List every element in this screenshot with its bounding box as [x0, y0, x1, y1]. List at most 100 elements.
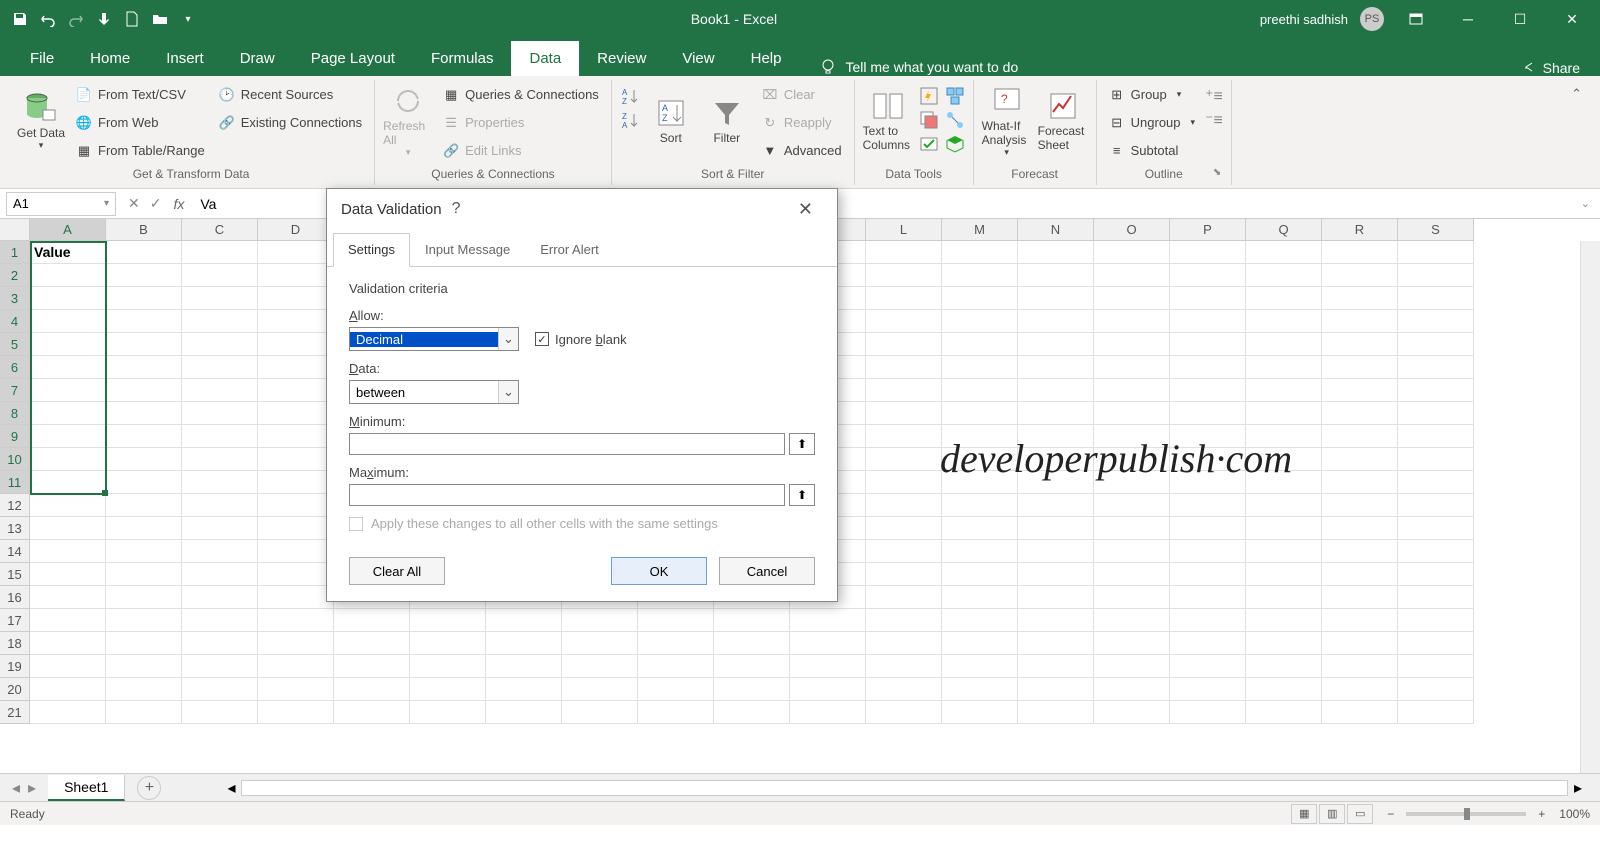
cell[interactable] [942, 264, 1018, 287]
cell[interactable] [1398, 287, 1474, 310]
cell[interactable] [1170, 701, 1246, 724]
cell[interactable] [30, 402, 106, 425]
recent-sources-button[interactable]: 🕑Recent Sources [215, 82, 366, 107]
cell[interactable] [866, 609, 942, 632]
queries-connections-button[interactable]: ▦Queries & Connections [439, 82, 603, 107]
cell[interactable] [1170, 517, 1246, 540]
tab-error-alert[interactable]: Error Alert [525, 233, 614, 266]
cell[interactable] [866, 264, 942, 287]
cell[interactable] [486, 655, 562, 678]
tell-me-search[interactable]: Tell me what you want to do [819, 58, 1018, 76]
cell[interactable] [1322, 563, 1398, 586]
cell[interactable] [942, 241, 1018, 264]
share-button[interactable]: Share [1521, 60, 1580, 76]
cell[interactable] [1322, 310, 1398, 333]
cell[interactable] [106, 471, 182, 494]
cell[interactable] [942, 540, 1018, 563]
cell[interactable] [1322, 379, 1398, 402]
sort-asc-icon[interactable]: AZ [620, 86, 640, 106]
row-header[interactable]: 5 [0, 333, 30, 356]
zoom-thumb[interactable] [1464, 808, 1470, 820]
cell[interactable] [1094, 586, 1170, 609]
cell[interactable] [334, 609, 410, 632]
cell[interactable] [1094, 379, 1170, 402]
cell[interactable] [30, 678, 106, 701]
cell[interactable] [1398, 425, 1474, 448]
cell[interactable] [1322, 287, 1398, 310]
cell[interactable] [258, 655, 334, 678]
cell[interactable] [942, 678, 1018, 701]
cell[interactable] [182, 586, 258, 609]
cell[interactable] [1322, 517, 1398, 540]
row-header[interactable]: 4 [0, 310, 30, 333]
properties-button[interactable]: ☰Properties [439, 110, 603, 135]
cell[interactable] [866, 655, 942, 678]
cell[interactable] [1094, 402, 1170, 425]
cell[interactable] [30, 471, 106, 494]
refresh-all-button[interactable]: Refresh All ▾ [383, 82, 433, 160]
cell[interactable] [410, 678, 486, 701]
dialog-close-icon[interactable]: ✕ [788, 195, 823, 224]
tab-insert[interactable]: Insert [148, 41, 222, 76]
relationships-icon[interactable] [945, 110, 965, 130]
open-file-icon[interactable] [148, 7, 172, 31]
cell[interactable] [1018, 678, 1094, 701]
cell[interactable] [258, 425, 334, 448]
cell[interactable] [866, 241, 942, 264]
cell[interactable] [1398, 448, 1474, 471]
cell[interactable] [1094, 540, 1170, 563]
row-header[interactable]: 14 [0, 540, 30, 563]
tab-review[interactable]: Review [579, 41, 664, 76]
row-header[interactable]: 19 [0, 655, 30, 678]
tab-formulas[interactable]: Formulas [413, 41, 512, 76]
cell[interactable] [1094, 655, 1170, 678]
get-data-button[interactable]: Get Data ▾ [16, 82, 66, 160]
cell[interactable] [638, 678, 714, 701]
cell[interactable] [182, 517, 258, 540]
collapse-dialog-icon[interactable]: ⬆ [789, 433, 815, 455]
cell[interactable] [258, 333, 334, 356]
text-to-columns-button[interactable]: Text to Columns [863, 82, 913, 160]
tab-view[interactable]: View [664, 41, 732, 76]
cell[interactable] [714, 678, 790, 701]
flash-fill-icon[interactable] [919, 86, 939, 106]
group-button[interactable]: ⊞Group▾ [1105, 82, 1199, 107]
vertical-scrollbar[interactable] [1580, 241, 1600, 773]
clear-filter-button[interactable]: ⌧Clear [758, 82, 846, 107]
cell[interactable] [1398, 264, 1474, 287]
cell[interactable] [1322, 471, 1398, 494]
cell[interactable] [1246, 310, 1322, 333]
cell[interactable] [1322, 701, 1398, 724]
cell[interactable] [182, 701, 258, 724]
cell[interactable] [1398, 586, 1474, 609]
cell[interactable] [866, 425, 942, 448]
cell[interactable] [714, 609, 790, 632]
cell[interactable] [106, 379, 182, 402]
cell[interactable] [182, 379, 258, 402]
cell[interactable] [866, 540, 942, 563]
next-sheet-icon[interactable]: ▸ [28, 778, 36, 798]
tab-input-message[interactable]: Input Message [410, 233, 525, 266]
cell[interactable] [106, 678, 182, 701]
data-validation-icon[interactable] [919, 134, 939, 154]
cell[interactable] [1170, 379, 1246, 402]
cell[interactable] [942, 655, 1018, 678]
cell[interactable]: Value [30, 241, 106, 264]
col-header[interactable]: B [106, 219, 182, 241]
chevron-down-icon[interactable]: ⌄ [498, 381, 518, 403]
cell[interactable] [1018, 494, 1094, 517]
cell[interactable] [1398, 563, 1474, 586]
expand-formula-bar-icon[interactable]: ⌄ [1571, 197, 1600, 210]
cell[interactable] [1322, 425, 1398, 448]
cell[interactable] [1398, 241, 1474, 264]
row-header[interactable]: 21 [0, 701, 30, 724]
cell[interactable] [942, 563, 1018, 586]
cell[interactable] [106, 540, 182, 563]
cell[interactable] [182, 425, 258, 448]
cell[interactable] [1246, 264, 1322, 287]
cell[interactable] [182, 310, 258, 333]
row-header[interactable]: 16 [0, 586, 30, 609]
cell[interactable] [1246, 678, 1322, 701]
cell[interactable] [106, 632, 182, 655]
cell[interactable] [714, 632, 790, 655]
